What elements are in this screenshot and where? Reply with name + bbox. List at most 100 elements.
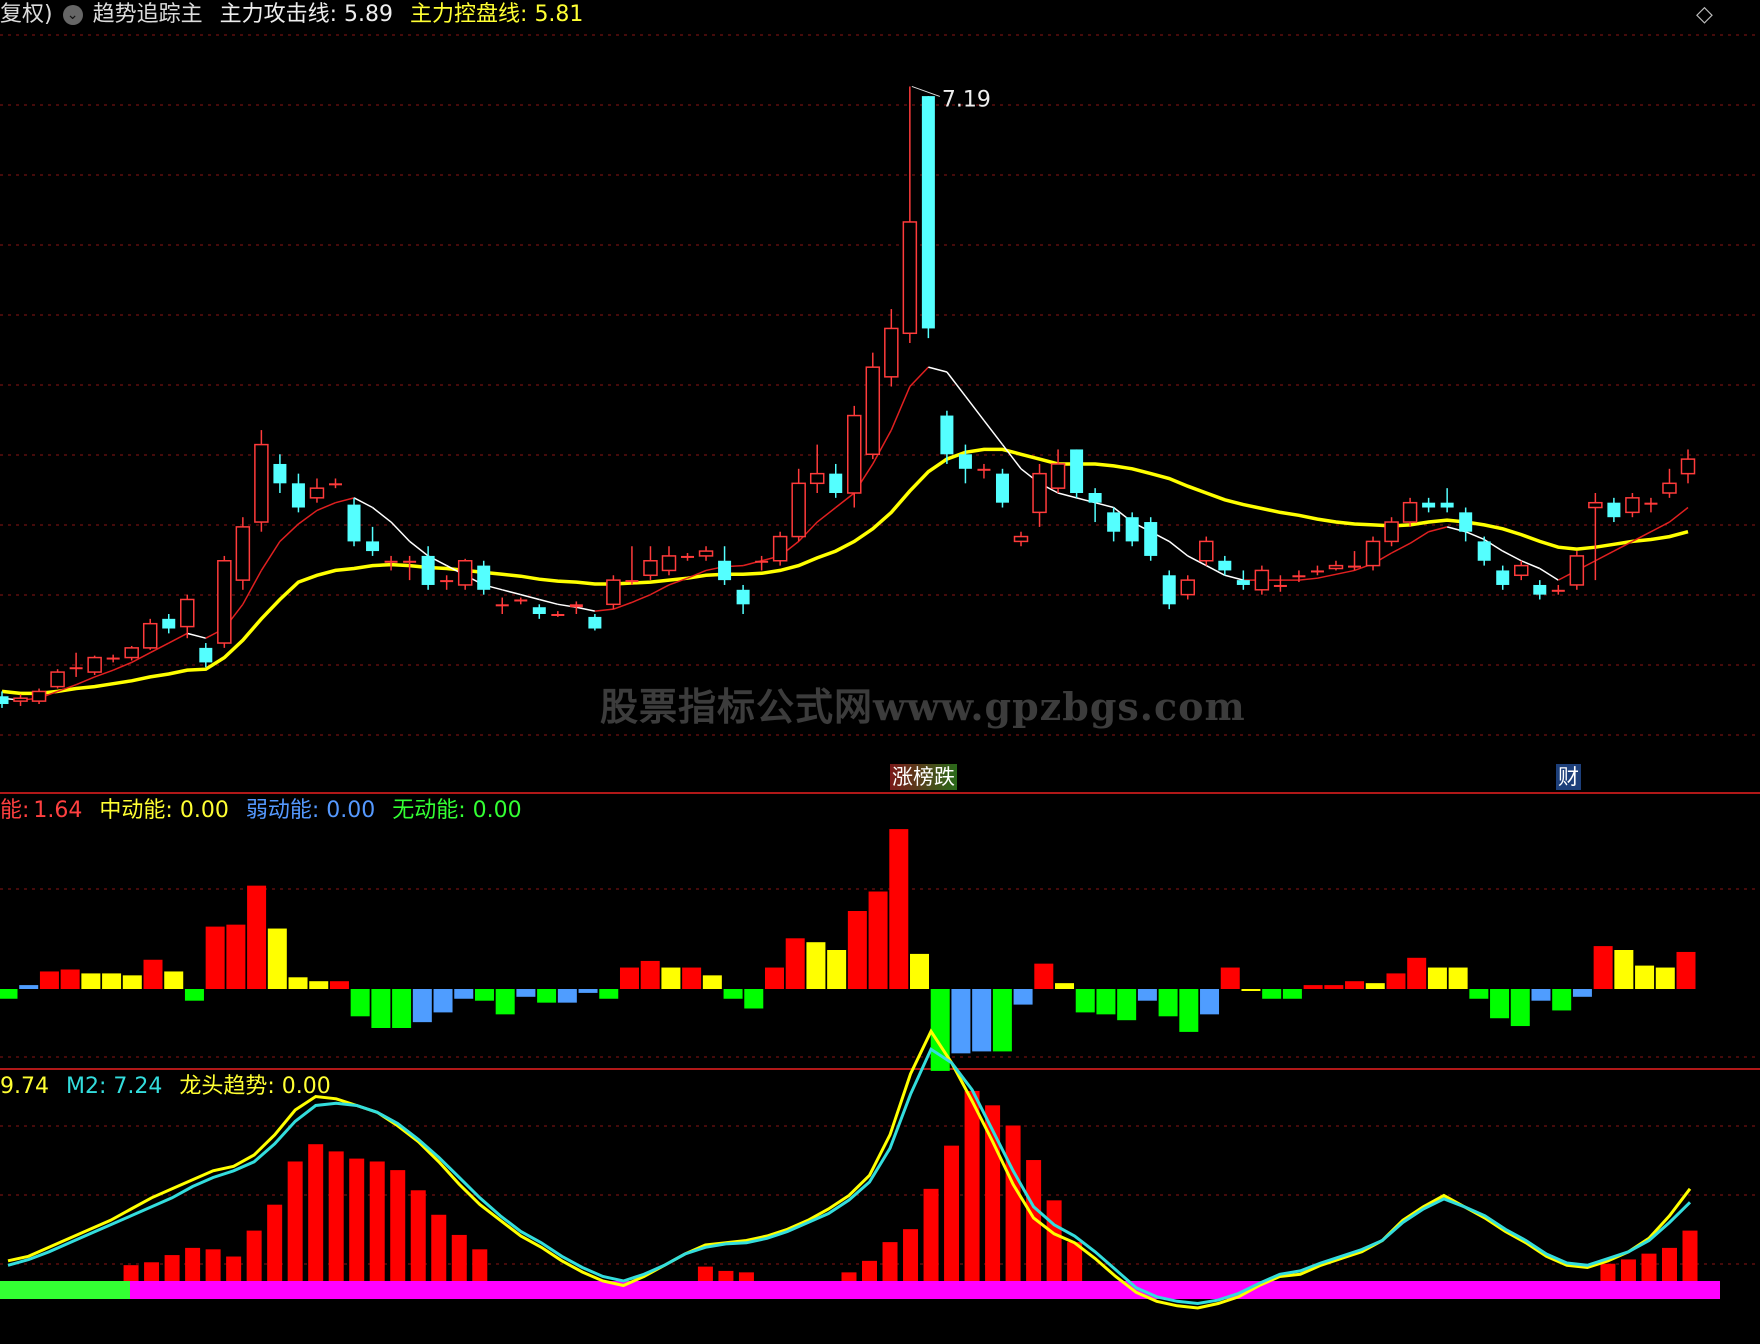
ma-fast-segment [187,632,206,639]
ma-fast-segment [1650,521,1670,533]
energy-bar [1552,989,1572,1011]
energy-bar [682,967,702,989]
diamond-icon[interactable]: ◇ [1696,2,1713,27]
ma-fast-segment [260,540,281,571]
candle-body [384,560,398,563]
dragon-trend-bar [431,1214,447,1281]
indicator-name[interactable]: 趋势追踪主 [93,2,203,27]
candle-body [1625,497,1640,514]
energy-bar [329,981,349,989]
energy-bar [0,989,18,999]
energy-bar [972,989,992,1052]
limit-up-down-badge[interactable]: 涨榜跌 [890,764,957,790]
weak-energy-label: 弱动能: [245,798,320,823]
candle-body [403,560,417,563]
dragon-trend-bar [226,1256,242,1281]
dragon-trend-bar [944,1145,960,1281]
attack-line-label: 主力攻击线: [219,2,338,27]
candle-body [847,414,862,494]
watermark: 股票指标公式网www.gpzbgs.com [600,684,1246,729]
m2-value: 7.24 [113,1074,163,1099]
dragon-trend-bar [410,1190,426,1281]
energy-bar [1531,989,1551,1001]
ma-fast-segment [1391,542,1411,554]
candle-body [1107,512,1121,532]
energy-bar [226,924,246,989]
energy-bar [39,971,59,989]
candle-body [1218,560,1232,571]
energy-bar [1179,989,1199,1032]
dragon-trend-bar [697,1266,713,1281]
energy-bar [392,989,412,1028]
candle-body [162,618,176,629]
candle-body [1459,512,1473,532]
energy-bar [205,926,225,989]
energy-bar [516,989,536,997]
candle-body [1070,449,1084,493]
energy-bar [1614,950,1634,989]
weak-energy-value: 0.00 [326,798,376,823]
main-panel-header: 复权) ⌄ 趋势追踪主 主力攻击线: 5.89 主力控盘线: 5.81 [0,0,593,30]
dragon-trend-bar [903,1229,919,1281]
control-line-label: 主力控盘线: [410,2,528,27]
candle-body [1088,493,1102,503]
ma-fast-segment [1057,492,1077,499]
energy-bar [1365,983,1385,989]
candle-body [1292,575,1306,578]
energy-bar [1490,989,1510,1019]
energy-bar [1635,965,1655,989]
energy-bar [640,960,660,989]
energy-bar [1013,989,1033,1005]
candle-body [995,473,1009,503]
ma-fast-segment [409,540,429,557]
candle-body [347,504,361,542]
finance-badge[interactable]: 财 [1556,764,1581,790]
candle-body [199,647,213,663]
candle-body [1365,540,1381,567]
dragon-trend-bar [267,1204,283,1281]
dragon-trend-bar [718,1270,734,1281]
ma-fast-segment [964,395,985,421]
ma-fast-segment [1595,550,1615,562]
dragon-trend-bar [738,1272,754,1281]
energy-bar [599,989,619,999]
energy-bar [723,989,743,999]
energy-bar [1220,967,1240,989]
energy-bar [1241,989,1261,991]
candle-body [1348,565,1362,568]
candle-body [1588,501,1603,509]
energy-bar [1303,985,1323,989]
candle-body [514,599,528,602]
ma-fast-segment [316,501,336,512]
strong-energy-label: 能: [0,798,30,823]
candle-body [421,555,435,585]
candle-body [273,463,287,484]
dragon-trend-bar [349,1158,365,1281]
energy-bar [806,942,826,989]
energy-bar [474,989,494,1001]
energy-bar [910,953,930,989]
candle-body [958,454,972,469]
dragon-trend-bar [1005,1125,1021,1281]
circle-chevron-icon[interactable]: ⌄ [62,5,83,25]
candle-body [124,647,139,659]
energy-bar [868,891,888,989]
energy-bar [1448,967,1468,989]
energy-bar [1386,973,1406,989]
dragon-trend-bar [1682,1230,1698,1281]
dragon-trend-bar [923,1188,939,1281]
energy-bar [1407,957,1427,989]
energy-bar [1096,989,1116,1015]
candle-body [1514,564,1529,577]
candle-body [1533,584,1547,595]
energy-bar [267,928,287,989]
candle-body [142,622,158,649]
energy-bar [702,975,722,989]
candle-body [1310,570,1324,573]
candle-body [829,473,843,493]
energy-bar [992,989,1012,1052]
candle-body [1422,502,1436,508]
ma-fast-segment [335,497,355,504]
adjustment-label[interactable]: 复权) [0,2,53,27]
dragon-trend-bar [328,1151,344,1281]
